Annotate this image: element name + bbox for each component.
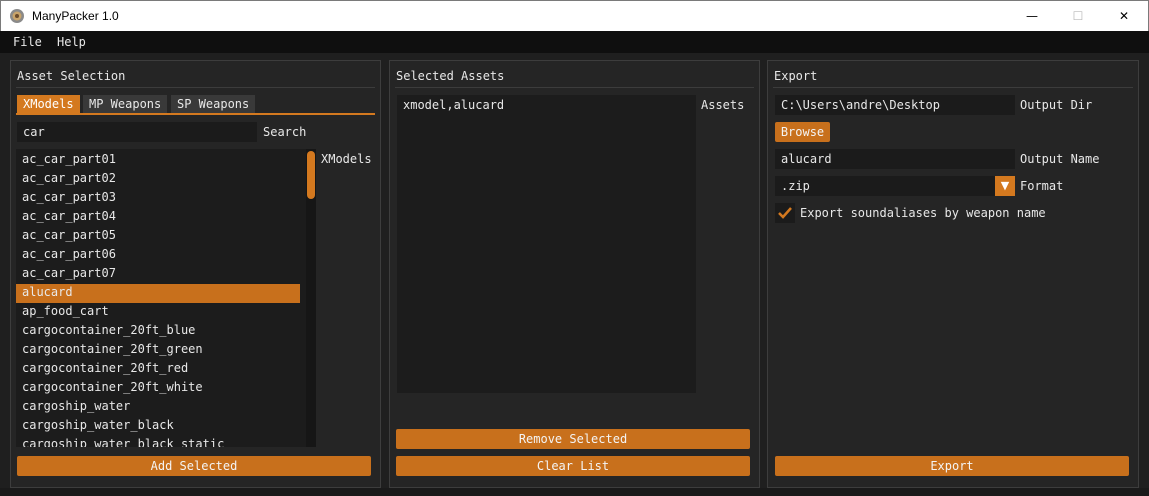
export-button[interactable]: Export [775,456,1129,476]
scrollbar-thumb[interactable] [307,151,315,199]
format-select[interactable]: .zip [775,176,995,196]
menu-bar: File Help [0,31,1149,53]
list-item[interactable]: ac_car_part01 [16,151,300,170]
soundaliases-label: Export soundaliases by weapon name [800,206,1046,220]
list-item-selected[interactable]: alucard [16,284,300,303]
minimize-icon: — [1026,9,1038,23]
list-item[interactable]: cargocontainer_20ft_green [16,341,300,360]
export-title: Export [774,69,818,83]
list-item[interactable]: cargoship_water_black_static [16,436,300,447]
soundaliases-checkbox[interactable] [775,203,795,223]
checkmark-icon [778,207,792,219]
list-item[interactable]: ac_car_part04 [16,208,300,227]
search-label: Search [263,125,307,139]
selected-assets-list[interactable]: xmodel,alucard [397,95,696,393]
search-input[interactable]: car [17,122,257,142]
list-scrollbar[interactable] [306,149,316,447]
output-name-label: Output Name [1020,152,1100,166]
xmodels-list-label: XModels [321,152,372,166]
divider [773,87,1133,88]
list-item[interactable]: cargoship_water_black [16,417,300,436]
asset-selection-title: Asset Selection [17,69,126,83]
window-title: ManyPacker 1.0 [32,9,119,23]
list-item[interactable]: cargocontainer_20ft_white [16,379,300,398]
output-name-input[interactable]: alucard [775,149,1015,169]
menu-help[interactable]: Help [57,35,86,49]
list-item[interactable]: cargocontainer_20ft_blue [16,322,300,341]
list-item[interactable]: ac_car_part05 [16,227,300,246]
close-icon: ✕ [1118,9,1130,23]
list-item[interactable]: ac_car_part02 [16,170,300,189]
remove-selected-button[interactable]: Remove Selected [396,429,750,449]
output-dir-input[interactable]: C:\Users\andre\Desktop [775,95,1015,115]
assets-label: Assets [701,98,745,112]
tab-underline [16,113,375,115]
list-item[interactable]: cargocontainer_20ft_red [16,360,300,379]
list-item[interactable]: ap_food_cart [16,303,300,322]
selected-asset-item[interactable]: xmodel,alucard [403,98,504,112]
list-item[interactable]: ac_car_part06 [16,246,300,265]
tab-xmodels[interactable]: XModels [17,95,80,114]
maximize-button[interactable]: ☐ [1055,1,1101,31]
selected-assets-panel: Selected Assets xmodel,alucard Assets Re… [389,60,760,488]
close-button[interactable]: ✕ [1101,1,1147,31]
output-dir-label: Output Dir [1020,98,1093,112]
asset-selection-panel: Asset Selection XModels MP Weapons SP We… [10,60,381,488]
add-selected-button[interactable]: Add Selected [17,456,371,476]
app-gear-icon [10,9,24,23]
maximize-icon: ☐ [1072,9,1084,23]
chevron-down-icon[interactable]: ▼ [995,176,1015,196]
browse-button[interactable]: Browse [775,122,830,142]
menu-file[interactable]: File [13,35,42,49]
list-item[interactable]: ac_car_part03 [16,189,300,208]
export-panel: Export C:\Users\andre\Desktop Output Dir… [767,60,1139,488]
divider [395,87,754,88]
divider [16,87,375,88]
minimize-button[interactable]: — [1009,1,1055,31]
list-item[interactable]: cargoship_water [16,398,300,417]
asset-list[interactable]: ac_car_part01 ac_car_part02 ac_car_part0… [16,149,316,447]
format-label: Format [1020,179,1064,193]
title-bar: ManyPacker 1.0 — ☐ ✕ [0,0,1149,31]
status-bar [0,488,1149,496]
list-item[interactable]: ac_car_part07 [16,265,300,284]
tab-sp-weapons[interactable]: SP Weapons [171,95,256,114]
tab-mp-weapons[interactable]: MP Weapons [83,95,168,114]
clear-list-button[interactable]: Clear List [396,456,750,476]
selected-assets-title: Selected Assets [396,69,505,83]
